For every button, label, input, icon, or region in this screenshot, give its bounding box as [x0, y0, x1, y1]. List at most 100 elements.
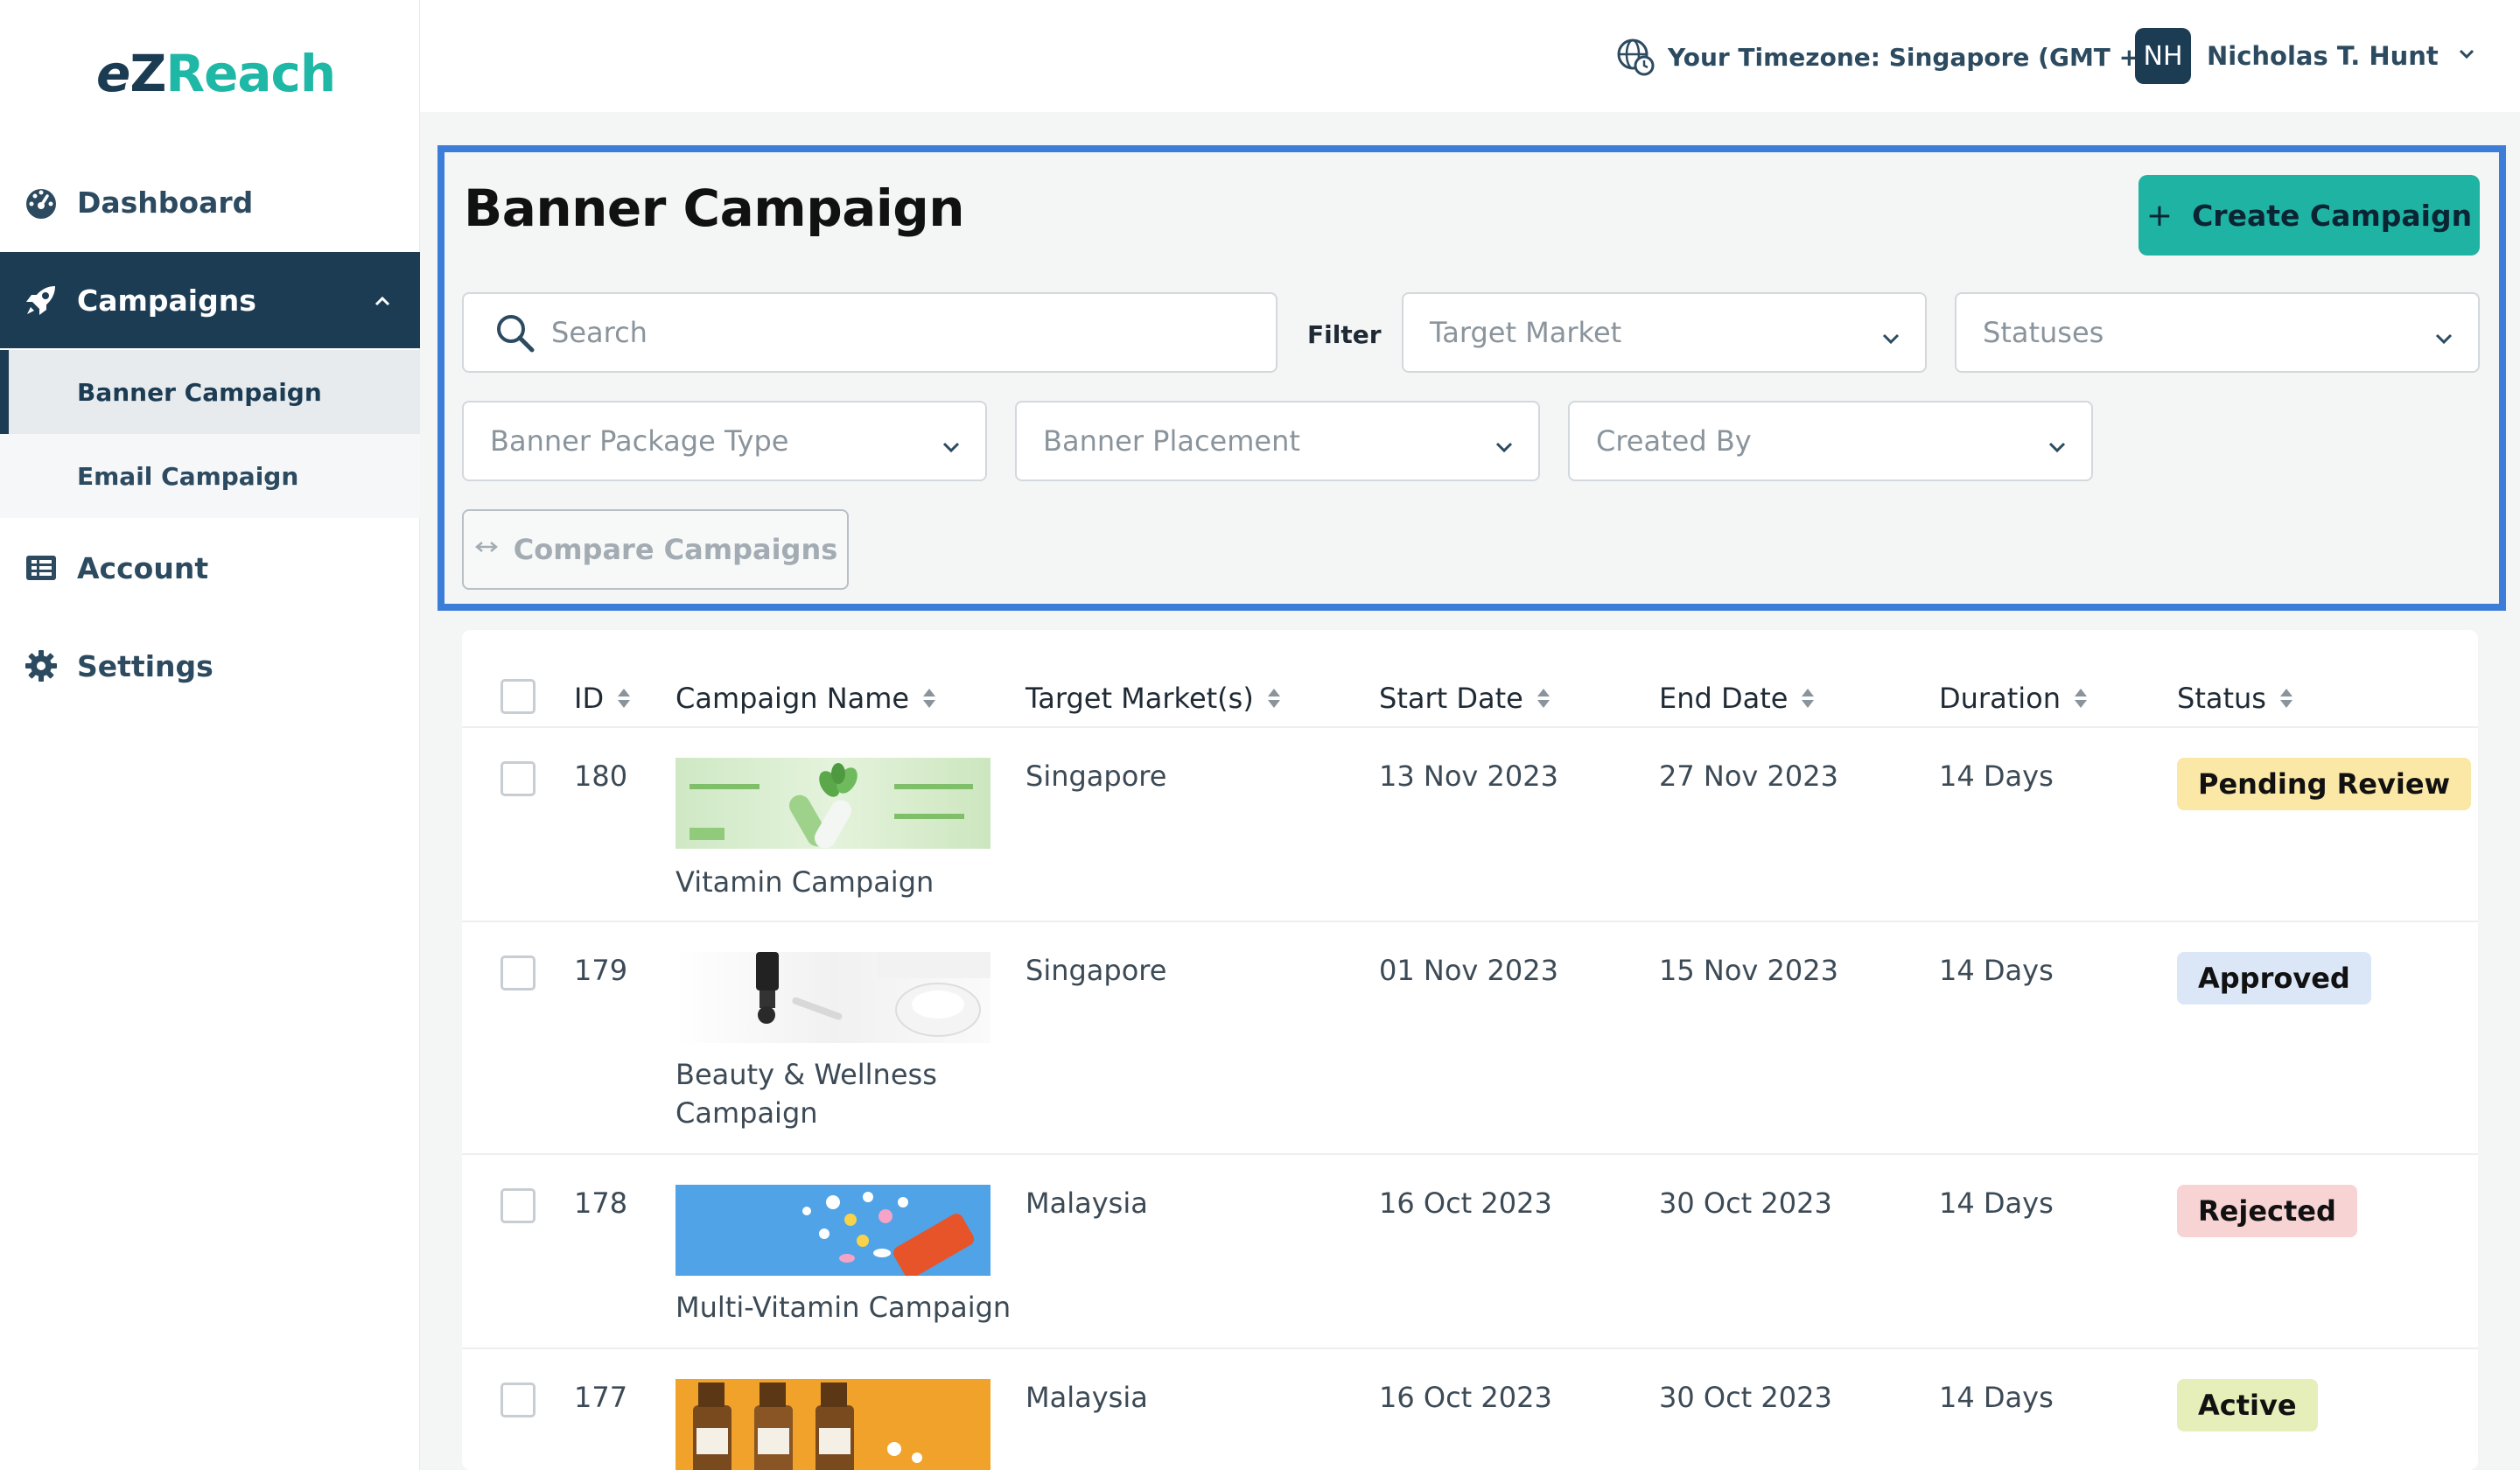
column-header-label: Start Date — [1379, 682, 1523, 715]
sort-icon — [1536, 689, 1550, 708]
sidebar-subitem-banner-campaign[interactable]: Banner Campaign — [0, 350, 420, 434]
search-input[interactable]: Search — [462, 292, 1278, 373]
row-start-date: 01 Nov 2023 — [1379, 954, 1558, 987]
column-header-end-date[interactable]: End Date — [1659, 665, 1816, 732]
row-campaign-name[interactable]: Vitamin Campaign — [676, 863, 1008, 901]
column-header-label: End Date — [1659, 682, 1788, 715]
chevron-up-icon — [371, 285, 394, 319]
sidebar-subitem-label: Email Campaign — [77, 461, 299, 491]
sort-icon — [2279, 689, 2292, 708]
sidebar-subitem-label: Banner Campaign — [77, 377, 322, 407]
statuses-select[interactable]: Statuses — [1955, 292, 2480, 373]
logo-e: e — [96, 44, 130, 103]
column-header-label: Target Market(s) — [1026, 682, 1254, 715]
user-name: Nicholas T. Hunt — [2207, 41, 2439, 71]
globe-clock-icon — [1615, 37, 1656, 77]
gauge-icon — [23, 184, 60, 220]
create-campaign-button[interactable]: + Create Campaign — [2138, 175, 2480, 256]
compare-campaigns-label: Compare Campaigns — [513, 533, 838, 566]
target-market-select[interactable]: Target Market — [1402, 292, 1927, 373]
top-bar: Your Timezone: Singapore (GMT +8) NH Nic… — [420, 0, 2520, 112]
page-title: Banner Campaign — [464, 178, 965, 238]
column-header-status[interactable]: Status — [2177, 665, 2294, 732]
row-checkbox[interactable] — [500, 761, 536, 796]
chevron-down-icon — [940, 432, 962, 466]
chevron-down-icon — [2046, 432, 2068, 466]
sidebar-item-label: Dashboard — [77, 185, 254, 220]
sort-icon — [2074, 689, 2087, 708]
row-duration: 14 Days — [1939, 954, 2054, 987]
row-target-market: Singapore — [1026, 760, 1167, 793]
row-campaign-name[interactable]: Multi-Vitamin Campaign — [676, 1288, 1043, 1326]
row-end-date: 15 Nov 2023 — [1659, 954, 1838, 987]
column-header-label: Duration — [1939, 682, 2061, 715]
filter-label: Filter — [1307, 320, 1382, 349]
row-checkbox[interactable] — [500, 1188, 536, 1223]
create-campaign-label: Create Campaign — [2192, 198, 2473, 233]
search-icon — [494, 312, 537, 355]
select-all-checkbox[interactable] — [500, 679, 536, 714]
row-id: 179 — [574, 954, 628, 987]
row-end-date: 30 Oct 2023 — [1659, 1381, 1832, 1414]
sidebar-item-label: Account — [77, 550, 209, 585]
sidebar-item-settings[interactable]: Settings — [0, 618, 420, 714]
row-duration: 14 Days — [1939, 760, 2054, 793]
row-divider — [462, 920, 2478, 922]
row-target-market: Malaysia — [1026, 1186, 1148, 1220]
sort-icon — [618, 689, 631, 708]
sidebar-subitem-email-campaign[interactable]: Email Campaign — [0, 434, 420, 518]
column-header-target-markets[interactable]: Target Market(s) — [1026, 665, 1282, 732]
sidebar-item-dashboard[interactable]: Dashboard — [0, 154, 420, 250]
sort-icon — [1267, 689, 1280, 708]
column-header-label: ID — [574, 682, 605, 715]
sidebar: e Z Reach Dashboard Campaigns Banner Campa… — [0, 0, 420, 1470]
chevron-down-icon — [2432, 324, 2455, 357]
compare-arrows-icon — [473, 536, 500, 564]
vitamin-banner-image[interactable] — [676, 758, 990, 849]
package-type-placeholder: Banner Package Type — [490, 424, 789, 458]
row-id: 180 — [574, 760, 628, 793]
bottles-banner-image[interactable] — [676, 1379, 990, 1470]
sidebar-item-label: Campaigns — [77, 283, 256, 318]
logo-z: Z — [130, 44, 166, 103]
created-by-placeholder: Created By — [1596, 424, 1752, 458]
column-header-label: Status — [2177, 682, 2266, 715]
column-header-id[interactable]: ID — [574, 665, 632, 732]
user-menu[interactable]: NH Nicholas T. Hunt — [2135, 28, 2479, 84]
row-checkbox[interactable] — [500, 1382, 536, 1418]
column-header-duration[interactable]: Duration — [1939, 665, 2089, 732]
row-end-date: 30 Oct 2023 — [1659, 1186, 1832, 1220]
row-campaign-name[interactable]: Beauty & Wellness Campaign — [676, 1055, 1008, 1132]
column-header-start-date[interactable]: Start Date — [1379, 665, 1551, 732]
search-placeholder: Search — [551, 316, 648, 349]
column-header-label: Campaign Name — [676, 682, 910, 715]
row-start-date: 16 Oct 2023 — [1379, 1186, 1552, 1220]
status-badge: Pending Review — [2177, 758, 2472, 810]
row-checkbox[interactable] — [500, 956, 536, 990]
gear-icon — [23, 648, 60, 684]
row-end-date: 27 Nov 2023 — [1659, 760, 1838, 793]
multivitamin-banner-image[interactable] — [676, 1185, 990, 1276]
chevron-down-icon — [2454, 41, 2479, 72]
row-divider — [462, 1348, 2478, 1349]
banner-placement-select[interactable]: Banner Placement — [1015, 401, 1540, 481]
column-header-campaign-name[interactable]: Campaign Name — [676, 665, 937, 732]
row-start-date: 13 Nov 2023 — [1379, 760, 1558, 793]
banner-package-type-select[interactable]: Banner Package Type — [462, 401, 987, 481]
timezone-text: Your Timezone: Singapore (GMT +8) — [1668, 42, 2168, 72]
status-badge: Rejected — [2177, 1185, 2357, 1237]
compare-campaigns-button[interactable]: Compare Campaigns — [462, 509, 849, 590]
rocket-icon — [23, 282, 60, 318]
row-duration: 14 Days — [1939, 1381, 2054, 1414]
sidebar-item-account[interactable]: Account — [0, 520, 420, 616]
status-badge: Active — [2177, 1379, 2318, 1432]
beauty-banner-image[interactable] — [676, 952, 990, 1043]
logo-reach: Reach — [165, 44, 336, 103]
row-divider — [462, 1153, 2478, 1155]
created-by-select[interactable]: Created By — [1568, 401, 2093, 481]
sidebar-item-campaigns[interactable]: Campaigns — [0, 252, 420, 348]
ezreach-logo[interactable]: e Z Reach — [96, 38, 336, 108]
row-id: 177 — [574, 1381, 628, 1414]
row-start-date: 16 Oct 2023 — [1379, 1381, 1552, 1414]
plus-icon: + — [2146, 197, 2174, 234]
